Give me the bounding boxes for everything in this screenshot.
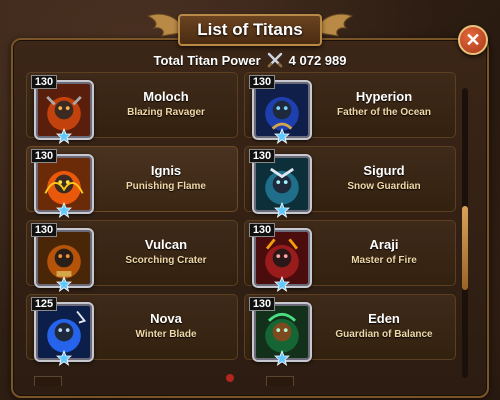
star-icon: [56, 128, 72, 144]
page-title: List of Titans: [197, 20, 303, 39]
star-icon: [274, 350, 290, 366]
level-badge: 130: [31, 149, 57, 163]
level-badge: 130: [249, 75, 275, 89]
total-power-value: 4 072 989: [288, 52, 347, 68]
star-icon: [56, 276, 72, 292]
titan-name: Hyperion: [355, 89, 413, 104]
titan-card-hyperion[interactable]: 130 Hyperion Father of the Ocean: [244, 72, 456, 144]
titan-title: Father of the Ocean: [337, 107, 431, 118]
notification-dot: [226, 374, 234, 382]
titan-title: Blazing Ravager: [127, 107, 205, 118]
close-icon: ✕: [465, 29, 481, 50]
titan-title: Punishing Flame: [125, 181, 206, 192]
titan-name: Moloch: [143, 89, 189, 104]
level-badge: 130: [249, 223, 275, 237]
titan-name: Sigurd: [363, 163, 405, 178]
level-badge: 130: [249, 149, 275, 163]
titan-card-eden[interactable]: 130 Eden Guardian of Balance: [244, 294, 456, 366]
title-plate: List of Titans: [178, 14, 322, 46]
titan-name: Araji: [369, 237, 399, 252]
titan-card-vulcan[interactable]: 130 Vulcan Scorching Crater: [26, 220, 238, 292]
titan-title: Scorching Crater: [125, 255, 207, 266]
scrollbar-thumb[interactable]: [462, 206, 468, 290]
scrollbar[interactable]: [462, 88, 468, 378]
titan-list: 130 Moloch Blazing Ravager 130 Hyperion …: [26, 72, 456, 382]
crossed-swords-icon: [267, 52, 282, 68]
titan-title: Winter Blade: [135, 329, 197, 340]
titan-name: Nova: [150, 311, 182, 326]
titan-title: Snow Guardian: [347, 181, 421, 192]
titan-title: Guardian of Balance: [335, 329, 433, 340]
titan-card-araji[interactable]: 130 Araji Master of Fire: [244, 220, 456, 292]
titan-name: Eden: [368, 311, 400, 326]
level-badge: 130: [249, 297, 275, 311]
titan-name: Ignis: [150, 163, 182, 178]
level-badge: 130: [31, 223, 57, 237]
titan-name: Vulcan: [144, 237, 188, 252]
total-power-row: Total Titan Power 4 072 989: [0, 50, 500, 70]
titan-card-sigurd[interactable]: 130 Sigurd Snow Guardian: [244, 146, 456, 218]
level-badge: 130: [31, 75, 57, 89]
star-icon: [56, 202, 72, 218]
star-icon: [274, 276, 290, 292]
titan-card-ignis[interactable]: 130 Ignis Punishing Flame: [26, 146, 238, 218]
total-power-label: Total Titan Power: [153, 52, 261, 68]
titan-card-nova[interactable]: 125 Nova Winter Blade: [26, 294, 238, 366]
title-banner: List of Titans: [146, 10, 354, 50]
titan-card-moloch[interactable]: 130 Moloch Blazing Ravager: [26, 72, 238, 144]
level-badge: 125: [31, 297, 57, 311]
star-icon: [56, 350, 72, 366]
star-icon: [274, 128, 290, 144]
titan-title: Master of Fire: [351, 255, 417, 266]
star-icon: [274, 202, 290, 218]
next-row-peek: [30, 376, 450, 388]
